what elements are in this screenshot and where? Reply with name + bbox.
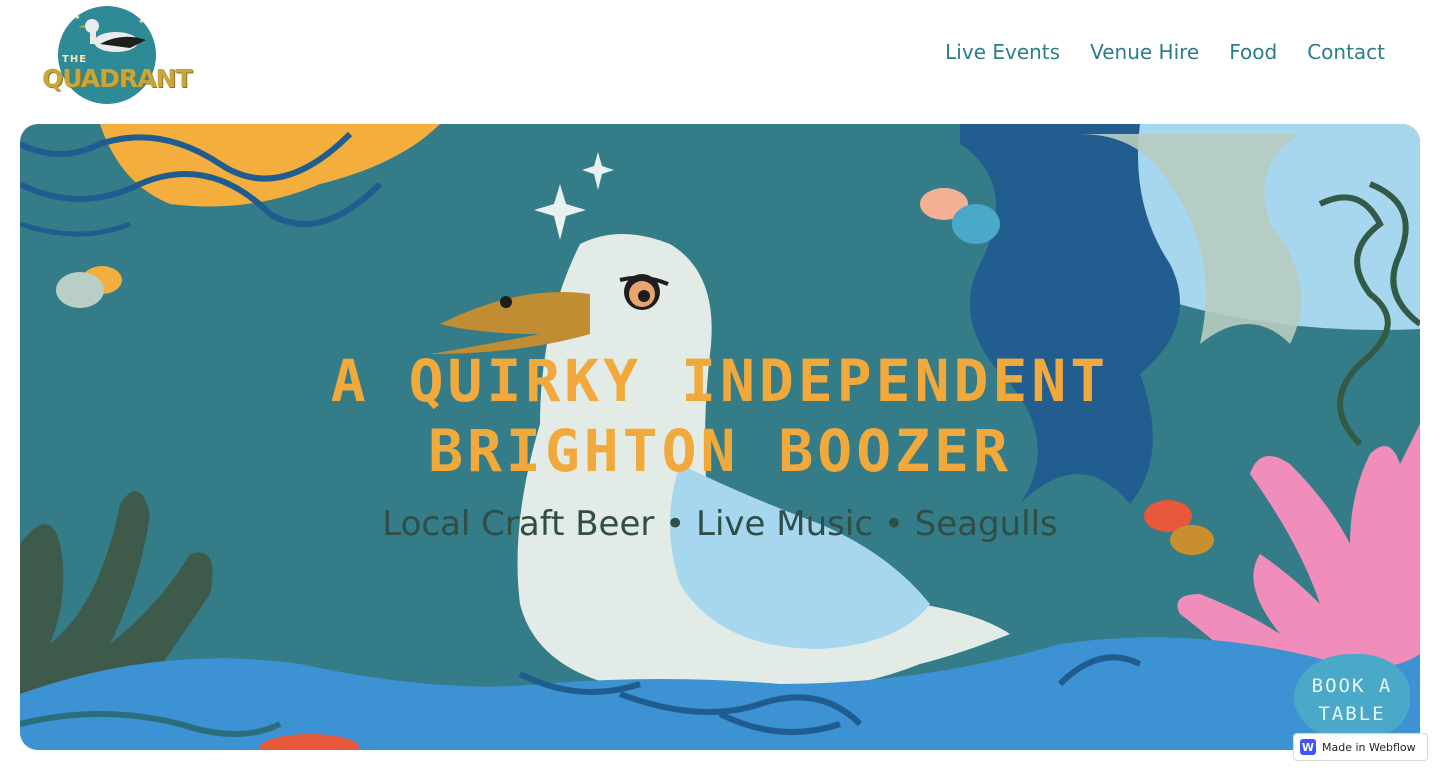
logo-text-quadrant: QUADRANT [42,64,192,93]
hero-headline: A QUIRKY INDEPENDENT BRIGHTON BOOZER [20,346,1420,486]
svg-text:✦: ✦ [138,17,145,26]
svg-text:✦: ✦ [74,14,81,22]
webflow-badge-label: Made in Webflow [1322,740,1416,754]
nav-contact[interactable]: Contact [1307,40,1385,64]
main-nav: Live Events Venue Hire Food Contact [945,40,1385,64]
site-logo[interactable]: ✦ ✦ THE QUADRANT [40,6,192,104]
book-table-line1: BOOK A [1311,675,1393,697]
made-in-webflow-badge[interactable]: W Made in Webflow [1293,733,1428,761]
nav-live-events[interactable]: Live Events [945,40,1060,64]
book-table-button[interactable]: BOOK A TABLE [1294,654,1410,742]
webflow-icon: W [1300,739,1316,755]
book-table-line2: TABLE [1318,703,1386,725]
hero-tagline: Local Craft Beer • Live Music • Seagulls [382,504,1058,544]
nav-venue-hire[interactable]: Venue Hire [1090,40,1199,64]
nav-food[interactable]: Food [1229,40,1277,64]
hero-headline-line1: A QUIRKY INDEPENDENT [330,347,1110,415]
hero-section: A QUIRKY INDEPENDENT BRIGHTON BOOZER Loc… [20,124,1420,750]
hero-headline-line2: BRIGHTON BOOZER [428,417,1012,485]
